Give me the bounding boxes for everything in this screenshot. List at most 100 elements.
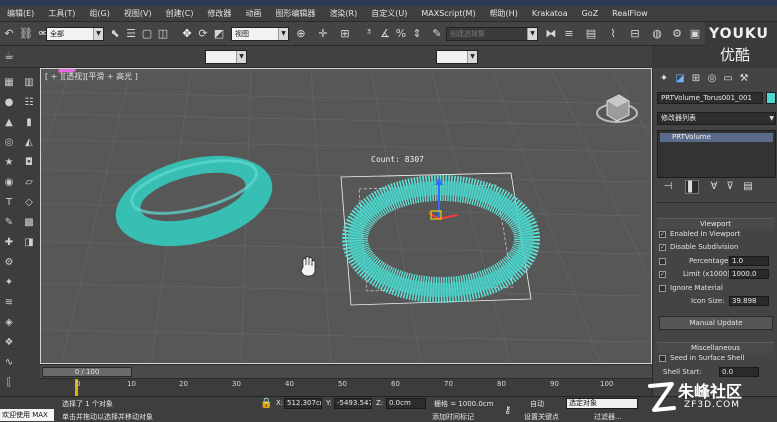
spacewarp-icon[interactable]: ≋ bbox=[2, 296, 16, 310]
menu-create[interactable]: 创建(C) bbox=[159, 8, 201, 19]
modifier-list-dropdown[interactable]: 修改器列表 ▼ bbox=[657, 112, 776, 125]
named-selection-dropdown[interactable]: 创建选择集 ▼ bbox=[446, 27, 538, 41]
limit-spinner[interactable]: 1000.0 bbox=[729, 269, 769, 279]
menu-rendering[interactable]: 渲染(R) bbox=[322, 8, 364, 19]
perspective-viewport[interactable]: [ + ][透视][平滑 + 高光 ] Count: 8307 bbox=[40, 68, 652, 364]
link-icon[interactable]: ⛓ bbox=[19, 27, 33, 41]
auto-key-button[interactable]: 自动 bbox=[530, 399, 544, 409]
select-by-name-icon[interactable]: ☰ bbox=[124, 27, 138, 41]
text-icon[interactable]: T bbox=[2, 196, 16, 210]
gear-icon[interactable]: ⚙ bbox=[2, 256, 16, 270]
render-frame-icon[interactable]: ▣ bbox=[688, 27, 702, 41]
snaps-toggle-icon[interactable]: ³ bbox=[362, 27, 376, 41]
modify-tab-icon[interactable]: ◪ bbox=[673, 72, 687, 86]
angle-snap-icon[interactable]: ∡ bbox=[378, 27, 392, 41]
keyboard-shortcut-icon[interactable]: ⊞ bbox=[338, 27, 352, 41]
mirror-icon[interactable]: ⧓ bbox=[544, 27, 558, 41]
rect-selection-icon[interactable]: ▢ bbox=[140, 27, 154, 41]
time-slider-thumb[interactable]: 0 / 100 bbox=[42, 367, 132, 377]
selection-filter-dropdown[interactable]: 全部 ▼ bbox=[46, 27, 104, 41]
stack-icon[interactable]: ☷ bbox=[22, 96, 36, 110]
edit-named-selection-icon[interactable]: ✎ bbox=[430, 27, 444, 41]
camera-icon[interactable]: ◨ bbox=[22, 236, 36, 250]
menu-graph-editors[interactable]: 图形编辑器 bbox=[268, 8, 322, 19]
time-slider[interactable]: 0 / 100 bbox=[40, 364, 652, 378]
shape-icon[interactable]: ◇ bbox=[22, 196, 36, 210]
display-tab-icon[interactable]: ▭ bbox=[721, 72, 735, 86]
seed-in-surface-shell-checkbox[interactable] bbox=[659, 355, 666, 362]
helper-icon[interactable]: ✚ bbox=[2, 236, 16, 250]
z-coord-field[interactable]: 0.0cm bbox=[386, 398, 426, 409]
stack-item-prtvolume[interactable]: PRTVolume bbox=[660, 133, 773, 142]
grid-icon[interactable]: ▩ bbox=[22, 216, 36, 230]
limit-checkbox[interactable]: ✓ bbox=[659, 271, 666, 278]
layer-icon[interactable]: ▥ bbox=[22, 76, 36, 90]
modifier-stack[interactable]: PRTVolume bbox=[657, 130, 776, 178]
object-name-field[interactable]: PRTVolume_Torus001_001 bbox=[657, 92, 763, 104]
align-icon[interactable]: ≡ bbox=[562, 27, 576, 41]
schematic-view-icon[interactable]: ⊟ bbox=[628, 27, 642, 41]
window-crossing-icon[interactable]: ◫ bbox=[156, 27, 170, 41]
secondary-dropdown[interactable]: ▼ bbox=[436, 50, 478, 64]
viewport-rollout-header[interactable]: Viewport bbox=[657, 218, 774, 229]
material-editor-icon[interactable]: ◍ bbox=[650, 27, 664, 41]
select-manipulate-icon[interactable]: ✛ bbox=[316, 27, 330, 41]
plane-icon[interactable]: ▱ bbox=[22, 176, 36, 190]
tube-icon[interactable]: ◘ bbox=[22, 156, 36, 170]
torus-icon[interactable]: ◎ bbox=[2, 136, 16, 150]
miscellaneous-rollout-header[interactable]: Miscellaneous bbox=[657, 342, 774, 353]
cone-icon[interactable]: ▲ bbox=[2, 116, 16, 130]
layer-dropdown[interactable]: ▼ bbox=[205, 50, 247, 64]
wave-icon[interactable]: ∿ bbox=[2, 356, 16, 370]
undo-icon[interactable]: ↶ bbox=[2, 27, 16, 41]
box-icon[interactable]: ▦ bbox=[2, 76, 16, 90]
spinner-snap-icon[interactable]: ⇕ bbox=[410, 27, 424, 41]
prt-volume-particles[interactable] bbox=[340, 172, 540, 306]
percent-snap-icon[interactable]: % bbox=[394, 27, 408, 41]
pivot-center-icon[interactable]: ⊕ bbox=[294, 27, 308, 41]
configure-sets-icon[interactable]: ▤ bbox=[741, 180, 755, 194]
torus-object[interactable] bbox=[106, 141, 282, 261]
key-icon[interactable]: ⚷ bbox=[504, 405, 511, 416]
teapot-icon[interactable]: ☕ bbox=[2, 49, 16, 63]
percentage-checkbox[interactable] bbox=[659, 258, 666, 265]
lock-selection-icon[interactable]: 🔒 bbox=[260, 398, 272, 409]
maxscript-listener[interactable]: 欢迎使用 MAX bbox=[0, 409, 54, 421]
star-icon[interactable]: ★ bbox=[2, 156, 16, 170]
ribbon-icon[interactable]: ❖ bbox=[2, 336, 16, 350]
menu-tools[interactable]: 工具(T) bbox=[41, 8, 82, 19]
menu-customize[interactable]: 自定义(U) bbox=[364, 8, 414, 19]
key-mode-dropdown[interactable]: 选定对象 bbox=[566, 398, 638, 409]
pin-stack-icon[interactable]: ⊣ bbox=[661, 180, 675, 194]
menu-realflow[interactable]: RealFlow bbox=[605, 9, 655, 18]
remove-modifier-icon[interactable]: ⊽ bbox=[723, 180, 737, 194]
manual-update-button[interactable]: Manual Update bbox=[659, 316, 773, 330]
timeline-track[interactable]: 0 10 20 30 40 50 60 70 80 90 100 bbox=[40, 378, 652, 396]
cylinder-icon[interactable]: ▮ bbox=[22, 116, 36, 130]
motion-tab-icon[interactable]: ◎ bbox=[705, 72, 719, 86]
key-filters-button[interactable]: 过滤器... bbox=[594, 412, 622, 422]
x-coord-field[interactable]: 512.307cm bbox=[284, 398, 322, 409]
bracket-icon[interactable]: ⟦ bbox=[2, 376, 16, 390]
menu-views[interactable]: 视图(V) bbox=[117, 8, 159, 19]
y-coord-field[interactable]: -5493.547c bbox=[334, 398, 372, 409]
reference-coord-dropdown[interactable]: 视图 ▼ bbox=[231, 27, 289, 41]
viewcube[interactable] bbox=[596, 94, 638, 123]
make-unique-icon[interactable]: ∀ bbox=[707, 180, 721, 194]
move-icon[interactable]: ✥ bbox=[180, 27, 194, 41]
scale-icon[interactable]: ◩ bbox=[212, 27, 226, 41]
percentage-spinner[interactable]: 1.0 bbox=[729, 256, 769, 266]
curve-editor-icon[interactable]: ⌇ bbox=[606, 27, 620, 41]
pencil-icon[interactable]: ✎ bbox=[2, 216, 16, 230]
disable-subdivision-checkbox[interactable]: ✓ bbox=[659, 244, 666, 251]
menu-edit[interactable]: 编辑(E) bbox=[0, 8, 41, 19]
rotate-icon[interactable]: ⟳ bbox=[196, 27, 210, 41]
menu-help[interactable]: 帮助(H) bbox=[483, 8, 525, 19]
light-icon[interactable]: ✦ bbox=[2, 276, 16, 290]
pyramid-icon[interactable]: ◭ bbox=[22, 136, 36, 150]
show-end-result-icon[interactable]: ▌ bbox=[685, 180, 699, 194]
menu-group[interactable]: 组(G) bbox=[82, 8, 116, 19]
menu-animation[interactable]: 动画 bbox=[238, 8, 268, 19]
hierarchy-tab-icon[interactable]: ⊞ bbox=[689, 72, 703, 86]
menu-maxscript[interactable]: MAXScript(M) bbox=[414, 9, 482, 18]
